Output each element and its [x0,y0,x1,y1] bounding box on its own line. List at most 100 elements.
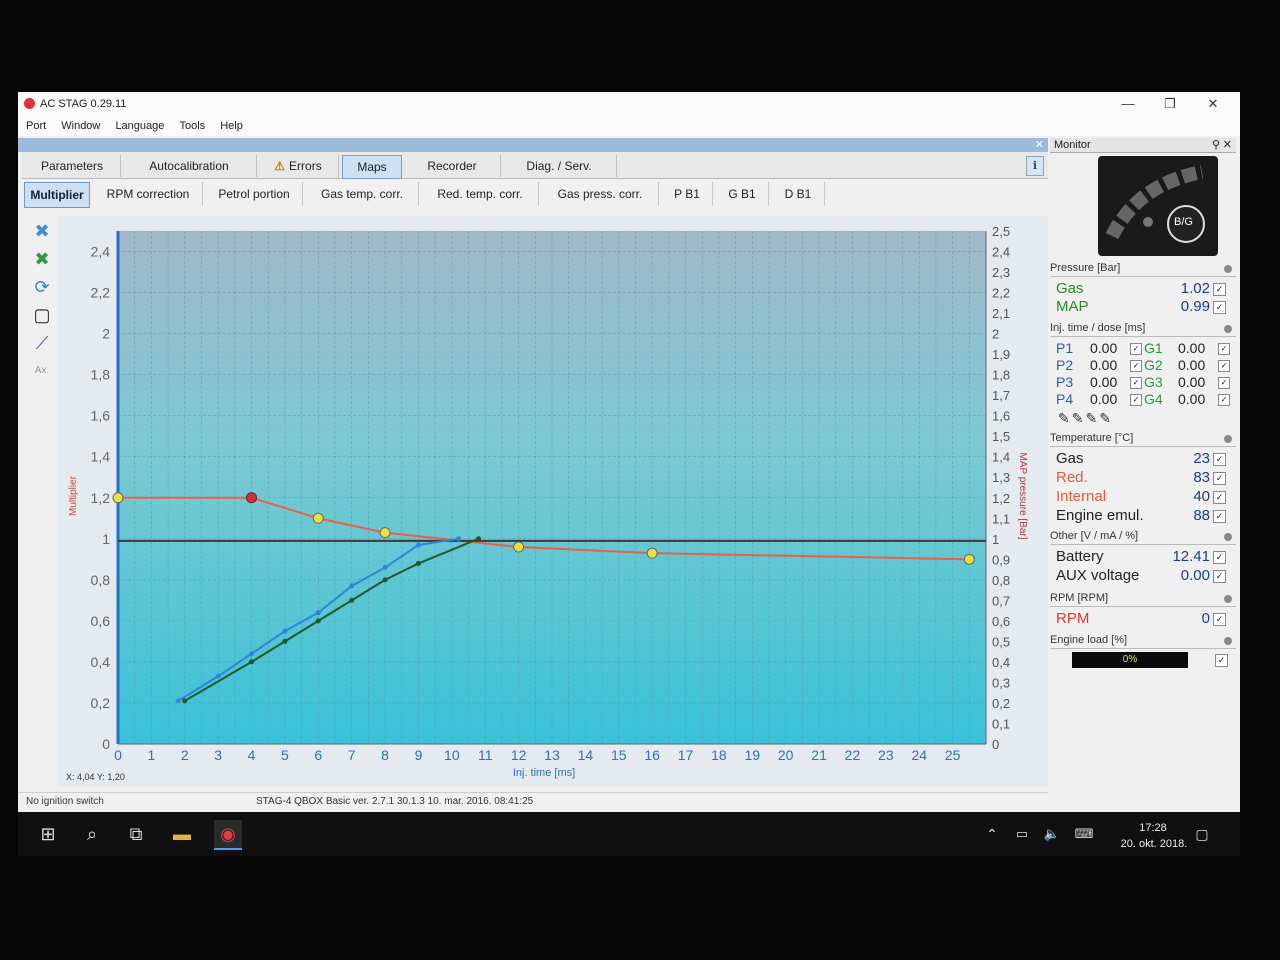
rpm-checkbox[interactable]: ✓ [1213,613,1226,626]
x-tick-label: 23 [878,747,894,763]
menu-tools[interactable]: Tools [179,116,205,136]
axis-icon[interactable]: Ax. [30,360,54,382]
y-right-tick-label: 0,1 [992,716,1010,731]
subtab-petrol-portion[interactable]: Petrol portion [206,182,303,206]
tab-recorder[interactable]: Recorder [404,155,501,177]
pressure-gas-checkbox[interactable]: ✓ [1213,283,1226,296]
injection-g1-value: 0.00 [1178,340,1206,356]
ac-stag-taskbar-icon[interactable]: ◉ [214,820,242,850]
injection-p1-checkbox[interactable]: ✓ [1130,343,1142,355]
y-right-tick-label: 1,2 [992,491,1010,506]
battery-checkbox[interactable]: ✓ [1213,551,1226,564]
restore-button[interactable]: ❐ [1155,96,1185,112]
pin-icon[interactable]: ⚲ [1212,138,1220,151]
gauge-display: B/G [1098,156,1218,256]
tab-maps[interactable]: Maps [342,155,402,179]
panel-close-button[interactable]: ✕ [1035,138,1044,152]
minimize-button[interactable]: — [1113,96,1143,112]
main-tabs: Parameters Autocalibration ⚠ Errors Maps … [22,152,1048,179]
check-green-icon[interactable]: ✖ [30,248,54,270]
engine-load-checkbox[interactable]: ✓ [1215,654,1228,667]
aux-checkbox[interactable]: ✓ [1213,570,1226,583]
x-tick-label: 24 [911,747,927,763]
y-right-tick-label: 1,5 [992,429,1010,444]
y-right-tick-label: 1,8 [992,368,1010,383]
subtab-d-b1[interactable]: D B1 [772,182,825,206]
temp-engine-label: Engine emul. [1056,507,1144,524]
chevron-up-icon[interactable]: ⌃ [978,820,1006,848]
tab-errors[interactable]: ⚠ Errors [258,155,339,177]
temperature-header-label: Temperature [°C] [1050,432,1134,444]
injection-p2-checkbox[interactable]: ✓ [1130,360,1142,372]
volume-mute-icon[interactable]: 🔈 [1038,820,1066,848]
injection-p2-value: 0.00 [1090,357,1118,373]
temp-gas-value: 23 [1193,450,1210,467]
multiplier-point [963,553,975,565]
x-tick-label: 16 [644,747,660,763]
subtab-p-b1[interactable]: P B1 [662,182,713,206]
y-right-tick-label: 0,7 [992,593,1010,608]
series-point-3 [282,638,288,644]
y-right-tick-label: 0,5 [992,634,1010,649]
menu-language[interactable]: Language [115,116,164,136]
injection-g4-checkbox[interactable]: ✓ [1218,394,1230,406]
injection-g1-checkbox[interactable]: ✓ [1218,343,1230,355]
refresh-icon[interactable]: ⟳ [30,276,54,298]
temp-red-label: Red. [1056,469,1088,486]
search-icon[interactable]: ⌕ [78,820,106,848]
menu-help[interactable]: Help [220,116,243,136]
subtab-red-temp-corr[interactable]: Red. temp. corr. [422,182,539,206]
task-view-icon[interactable]: ⧉ [122,820,150,848]
close-button[interactable]: ✕ [1198,96,1228,112]
tab-autocalibration[interactable]: Autocalibration [122,155,257,177]
temp-gas-row: Gas 23 ✓ [1056,450,1228,469]
y-right-tick-label: 1,6 [992,409,1010,424]
injection-p3-checkbox[interactable]: ✓ [1130,377,1142,389]
pressure-gas-value: 1.02 [1180,280,1210,297]
injection-g2-checkbox[interactable]: ✓ [1218,360,1230,372]
x-tick-label: 25 [945,747,961,763]
series-point-3 [476,536,482,542]
temp-gas-checkbox[interactable]: ✓ [1213,453,1226,466]
subtab-gas-temp-corr[interactable]: Gas temp. corr. [306,182,419,206]
multiplier-point [646,547,658,559]
monitor-close-button[interactable]: ✕ [1223,138,1232,151]
rpm-header: RPM [RPM] [1050,592,1236,607]
x-tick-label: 9 [415,747,423,763]
pressure-map-checkbox[interactable]: ✓ [1213,301,1226,314]
multiplier-chart[interactable]: 0 1 2 3 4 5 6 7 8 9 10 11 12 13 14 15 16 17 18 19 20 21 22 23 24… [58,216,1048,786]
temp-engine-checkbox[interactable]: ✓ [1213,510,1226,523]
temp-red-checkbox[interactable]: ✓ [1213,472,1226,485]
x-tick-label: 15 [611,747,627,763]
battery-icon[interactable]: ▭ [1008,820,1036,848]
y-right-tick-label: 2,3 [992,265,1010,280]
menu-port[interactable]: Port [26,116,46,136]
windows-start-icon[interactable]: ⊞ [34,820,62,848]
pressure-gas-row: Gas 1.02 ✓ [1056,280,1228,299]
notifications-icon[interactable]: ▢ [1188,820,1216,848]
help-icon[interactable]: ℹ [1026,156,1044,176]
chart-svg[interactable]: 0 1 2 3 4 5 6 7 8 9 10 11 12 13 14 15 16 17 18 19 20 21 22 23 24… [58,216,1048,786]
injection-g3-checkbox[interactable]: ✓ [1218,377,1230,389]
subtab-gas-press-corr[interactable]: Gas press. corr. [542,182,659,206]
temp-internal-checkbox[interactable]: ✓ [1213,491,1226,504]
tab-diag-serv[interactable]: Diag. / Serv. [502,155,617,177]
subtab-g-b1[interactable]: G B1 [716,182,769,206]
y-right-tick-label: 1,4 [992,450,1010,465]
curve-icon[interactable]: ⟋ [30,332,54,354]
check-blue-icon[interactable]: ✖ [30,220,54,242]
menu-window[interactable]: Window [61,116,100,136]
select-icon[interactable]: ▢ [30,304,54,326]
aux-value: 0.00 [1180,567,1210,584]
multiplier-point [513,541,525,553]
subtab-multiplier[interactable]: Multiplier [24,182,90,208]
subtab-rpm-correction[interactable]: RPM correction [94,182,203,206]
y-left-tick-label: 2,2 [91,285,111,301]
load-header-label: Engine load [%] [1050,634,1128,646]
injection-p4-checkbox[interactable]: ✓ [1130,394,1142,406]
keyboard-icon[interactable]: ⌨ [1070,820,1098,848]
temp-red-value: 83 [1193,469,1210,486]
pressure-map-row: MAP 0.99 ✓ [1056,298,1228,317]
file-explorer-icon[interactable]: ▬ [168,820,196,848]
tab-parameters[interactable]: Parameters [24,155,121,177]
